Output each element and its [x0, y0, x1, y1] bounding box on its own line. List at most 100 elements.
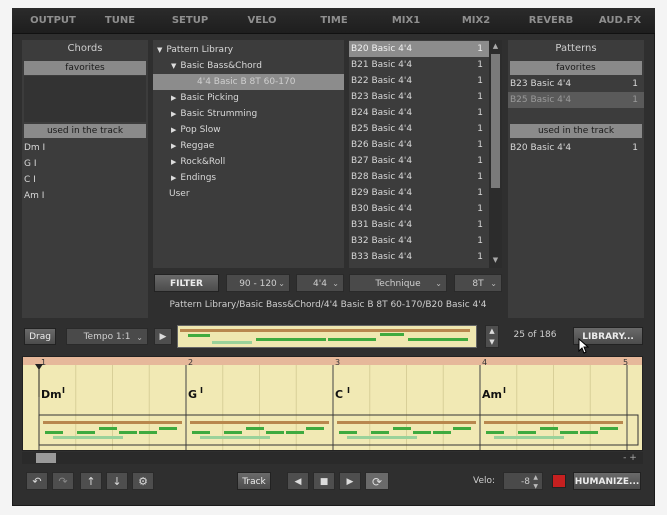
tree-root[interactable]: ▼ Pattern Library [153, 42, 344, 58]
chord-note [99, 427, 117, 430]
scroll-up-icon[interactable]: ▲ [486, 326, 498, 337]
play-button[interactable]: ▶ [339, 472, 361, 490]
pattern-list-item[interactable]: B24 Basic 4'4 1 [349, 105, 489, 121]
tab-reverb[interactable]: REVERB [516, 8, 586, 34]
chevron-down-icon: ⌄ [435, 279, 442, 288]
record-indicator[interactable] [552, 474, 566, 488]
track-scrollbar[interactable]: - + [22, 452, 643, 464]
stop-button[interactable]: ■ [313, 472, 335, 490]
chord-note [246, 427, 264, 430]
chords-used-header[interactable]: used in the track [24, 124, 146, 138]
technique-dropdown[interactable]: Technique ⌄ [349, 274, 447, 292]
move-down-button[interactable]: ↓ [106, 472, 128, 490]
list-item[interactable]: C I [22, 172, 146, 188]
pattern-count-value: 1 [477, 220, 483, 230]
pattern-list-item[interactable]: B23 Basic 4'4 1 [349, 89, 489, 105]
pattern-list-item[interactable]: B22 Basic 4'4 1 [349, 73, 489, 89]
scroll-down-icon[interactable]: ▼ [486, 337, 498, 348]
scrollbar-thumb[interactable] [491, 54, 500, 188]
track-button[interactable]: Track [237, 472, 271, 490]
list-item[interactable]: B23 Basic 4'4 1 [508, 76, 644, 92]
pattern-list-item[interactable]: B27 Basic 4'4 1 [349, 153, 489, 169]
tree-item[interactable]: ▶ Pop Slow [153, 122, 344, 138]
play-preview-button[interactable]: ▶ [154, 328, 172, 345]
pattern-count-value: 1 [477, 252, 483, 262]
chord-note [45, 431, 63, 434]
bass-note [43, 421, 182, 424]
pattern-list-item[interactable]: B25 Basic 4'4 1 [349, 121, 489, 137]
tree-item[interactable]: ▶ Basic Strumming [153, 106, 344, 122]
tree-item[interactable]: ▶ Basic Picking [153, 90, 344, 106]
list-item[interactable]: B20 Basic 4'4 1 [508, 140, 644, 156]
expand-down-icon: ▼ [157, 46, 163, 54]
tab-time[interactable]: TIME [304, 8, 364, 34]
pattern-list-scrollbar[interactable]: ▲ ▼ [489, 40, 502, 268]
list-item[interactable]: Dm I [22, 140, 146, 156]
tree-item[interactable]: ▶ Endings [153, 170, 344, 186]
tree-item[interactable]: ▶ Reggae [153, 138, 344, 154]
tab-aud-fx[interactable]: AUD.FX [590, 8, 650, 34]
pattern-list-item[interactable]: B21 Basic 4'4 1 [349, 57, 489, 73]
tempo-range-dropdown[interactable]: 90 - 120 ⌄ [226, 274, 290, 292]
scroll-down-icon[interactable]: ▼ [491, 256, 500, 266]
speaker-button[interactable]: ◀ [287, 472, 309, 490]
patterns-favorites-header[interactable]: favorites [510, 61, 642, 75]
pattern-list-item[interactable]: B20 Basic 4'4 1 [349, 41, 489, 57]
spinner-arrows-icon[interactable]: ▲ ▼ [533, 473, 538, 491]
tree-item[interactable]: ▶ Rock&Roll [153, 154, 344, 170]
pattern-list-item[interactable]: B29 Basic 4'4 1 [349, 185, 489, 201]
move-up-button[interactable]: ↑ [80, 472, 102, 490]
pattern-count-value: 1 [477, 76, 483, 86]
tab-tune[interactable]: TUNE [90, 8, 150, 34]
pattern-preview[interactable] [177, 325, 477, 348]
chord-inversion-mark: I [62, 386, 65, 395]
pattern-name: B32 Basic 4'4 [351, 236, 413, 246]
pattern-name: B29 Basic 4'4 [351, 188, 413, 198]
pattern-list-item[interactable]: B32 Basic 4'4 1 [349, 233, 489, 249]
humanize-button[interactable]: HUMANIZE... [573, 472, 641, 490]
pattern-count-value: 1 [477, 92, 483, 102]
patterns-used-header[interactable]: used in the track [510, 124, 642, 138]
pattern-list-item[interactable]: B33 Basic 4'4 1 [349, 249, 489, 265]
undo-button[interactable]: ↶ [26, 472, 48, 490]
drag-button[interactable]: Drag [24, 328, 56, 345]
pattern-name: B22 Basic 4'4 [351, 76, 413, 86]
velo-spinner[interactable]: -8 ▲ ▼ [503, 472, 543, 490]
pattern-list-item[interactable]: B26 Basic 4'4 1 [349, 137, 489, 153]
chord-note [453, 427, 471, 430]
pattern-list-item[interactable]: B31 Basic 4'4 1 [349, 217, 489, 233]
tree-item-selected[interactable]: 4'4 Basic B 8T 60-170 [153, 74, 344, 90]
patterns-title: Patterns [555, 43, 597, 54]
pattern-list-item[interactable]: B28 Basic 4'4 1 [349, 169, 489, 185]
filter-button[interactable]: FILTER [154, 274, 219, 292]
tempo-ratio-dropdown[interactable]: Tempo 1:1 ⌄ [66, 328, 148, 345]
scroll-up-icon[interactable]: ▲ [491, 42, 500, 52]
tree-item-basic-bass-chord[interactable]: ▼ Basic Bass&Chord [153, 58, 344, 74]
track-editor[interactable]: 1 2 3 4 5 Dm I G I C I Am I [22, 356, 643, 451]
tab-velo[interactable]: VELO [232, 8, 292, 34]
tab-setup[interactable]: SETUP [160, 8, 220, 34]
list-item[interactable]: B25 Basic 4'4 1 [508, 92, 644, 108]
pattern-name: B27 Basic 4'4 [351, 156, 413, 166]
settings-button[interactable]: ⚙ [132, 472, 154, 490]
velo-label: Velo: [473, 476, 496, 486]
tab-mix2[interactable]: MIX2 [446, 8, 506, 34]
subdivision-dropdown[interactable]: 8T ⌄ [454, 274, 502, 292]
scrollbar-thumb[interactable] [36, 453, 56, 463]
chords-favorites-header[interactable]: favorites [24, 61, 146, 75]
list-item[interactable]: Am I [22, 188, 146, 204]
zoom-controls[interactable]: - + [618, 452, 642, 464]
list-item[interactable]: G I [22, 156, 146, 172]
preview-scroll[interactable]: ▲ ▼ [485, 325, 499, 348]
tab-output[interactable]: OUTPUT [18, 8, 88, 34]
redo-button[interactable]: ↷ [52, 472, 74, 490]
tree-item-user[interactable]: User [153, 186, 344, 202]
bass-note [190, 421, 329, 424]
chevron-down-icon: ⌄ [136, 333, 143, 342]
pattern-list-item[interactable]: B30 Basic 4'4 1 [349, 201, 489, 217]
tab-mix1[interactable]: MIX1 [376, 8, 436, 34]
expand-right-icon: ▶ [171, 158, 177, 166]
loop-button[interactable]: ⟳ [365, 472, 389, 490]
speaker-icon: ◀ [294, 477, 302, 487]
meter-dropdown[interactable]: 4'4 ⌄ [296, 274, 344, 292]
